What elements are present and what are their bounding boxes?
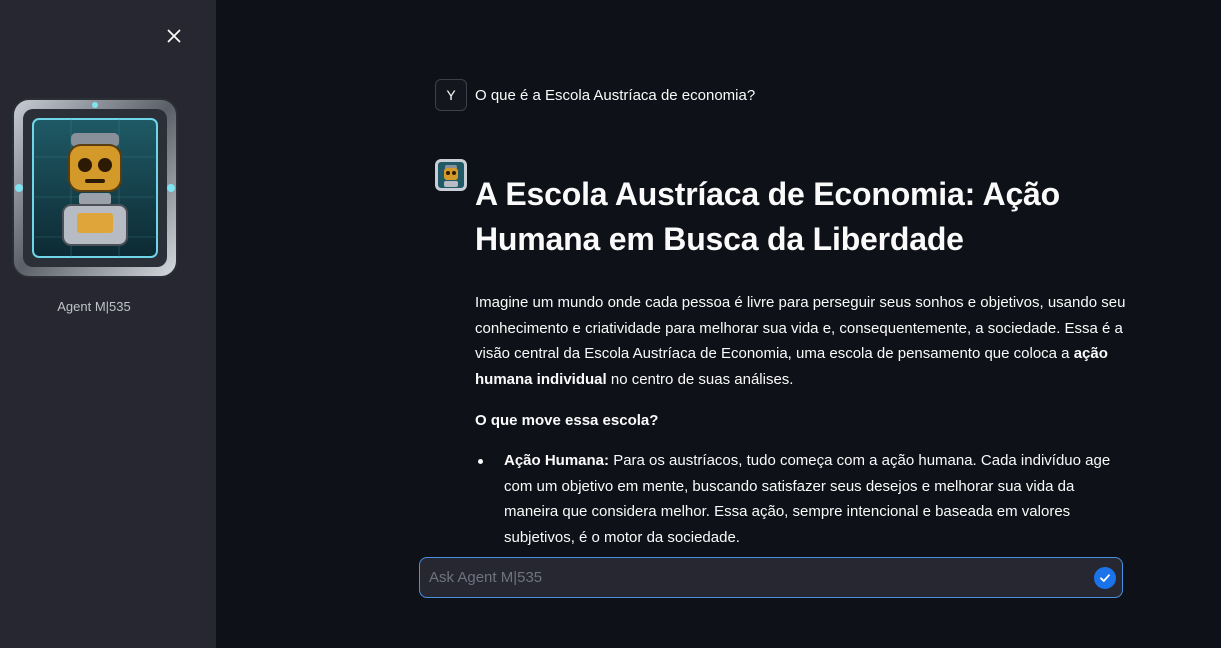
- response-intro: Imagine um mundo onde cada pessoa é livr…: [475, 294, 1126, 388]
- user-message-text: O que é a Escola Austríaca de economia?: [475, 86, 756, 104]
- user-avatar: Y: [435, 79, 467, 111]
- bot-message: A Escola Austríaca de Economia: Ação Hum…: [475, 172, 1131, 550]
- send-button[interactable]: [1094, 566, 1116, 589]
- response-title: A Escola Austríaca de Economia: Ação Hum…: [475, 176, 1060, 257]
- app: Agent M|535 Y O que é a Escola Austríaca…: [0, 0, 1221, 648]
- close-sidebar-button[interactable]: [162, 24, 186, 48]
- close-icon: [167, 29, 181, 43]
- response-list: Ação Humana: Para os austríacos, tudo co…: [475, 448, 1131, 550]
- sidebar: Agent M|535: [0, 0, 216, 648]
- bot-avatar: [435, 159, 467, 191]
- chat-main: Y O que é a Escola Austríaca de economia…: [216, 0, 1221, 648]
- chat-input-container: [419, 557, 1123, 598]
- response-subheading: O que move essa escola?: [475, 412, 659, 429]
- chat-input[interactable]: [420, 558, 1094, 597]
- agent-avatar: [11, 97, 179, 279]
- agent-name-label: Agent M|535: [57, 299, 131, 314]
- check-icon: [1100, 573, 1110, 582]
- list-item: Ação Humana: Para os austríacos, tudo co…: [478, 448, 1131, 550]
- user-message: Y O que é a Escola Austríaca de economia…: [435, 79, 755, 111]
